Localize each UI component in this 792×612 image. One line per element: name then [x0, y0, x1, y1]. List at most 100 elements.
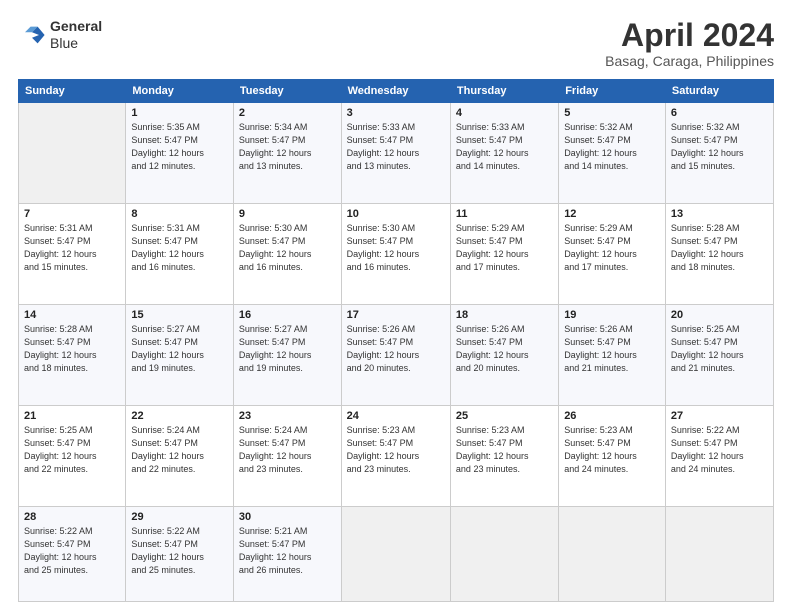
day-info: Sunrise: 5:31 AMSunset: 5:47 PMDaylight:… — [24, 222, 120, 274]
day-number: 3 — [347, 107, 445, 119]
calendar-cell: 30Sunrise: 5:21 AMSunset: 5:47 PMDayligh… — [233, 507, 341, 602]
calendar-cell: 7 Sunrise: 5:31 AMSunset: 5:47 PMDaylight… — [19, 204, 126, 305]
day-number: 29 — [131, 511, 228, 523]
day-info: Sunrise: 5:31 AMSunset: 5:47 PMDaylight:… — [131, 222, 228, 274]
day-info: Sunrise: 5:25 AMSunset: 5:47 PMDaylight:… — [671, 323, 768, 375]
day-number: 4 — [456, 107, 553, 119]
day-number: 13 — [671, 208, 768, 220]
title-area: April 2024 Basag, Caraga, Philippines — [605, 18, 774, 69]
weekday-header-tuesday: Tuesday — [233, 80, 341, 103]
page: General Blue April 2024 Basag, Caraga, P… — [0, 0, 792, 612]
weekday-header-friday: Friday — [559, 80, 666, 103]
calendar-cell: 16Sunrise: 5:27 AMSunset: 5:47 PMDayligh… — [233, 305, 341, 406]
day-info: Sunrise: 5:26 AMSunset: 5:47 PMDaylight:… — [347, 323, 445, 375]
day-number: 24 — [347, 410, 445, 422]
location: Basag, Caraga, Philippines — [605, 53, 774, 69]
calendar-cell — [341, 507, 450, 602]
calendar-cell — [19, 103, 126, 204]
day-info: Sunrise: 5:29 AMSunset: 5:47 PMDaylight:… — [564, 222, 660, 274]
weekday-header-wednesday: Wednesday — [341, 80, 450, 103]
day-info: Sunrise: 5:22 AMSunset: 5:47 PMDaylight:… — [131, 525, 228, 577]
calendar-cell: 15Sunrise: 5:27 AMSunset: 5:47 PMDayligh… — [126, 305, 234, 406]
day-number: 23 — [239, 410, 336, 422]
calendar-body: 1 Sunrise: 5:35 AMSunset: 5:47 PMDaylight… — [19, 103, 774, 602]
day-number: 9 — [239, 208, 336, 220]
calendar-cell: 2 Sunrise: 5:34 AMSunset: 5:47 PMDaylight… — [233, 103, 341, 204]
logo: General Blue — [18, 18, 102, 52]
day-info: Sunrise: 5:32 AMSunset: 5:47 PMDaylight:… — [671, 121, 768, 173]
week-row-1: 7 Sunrise: 5:31 AMSunset: 5:47 PMDaylight… — [19, 204, 774, 305]
day-number: 12 — [564, 208, 660, 220]
day-info: Sunrise: 5:22 AMSunset: 5:47 PMDaylight:… — [671, 424, 768, 476]
calendar-cell: 1 Sunrise: 5:35 AMSunset: 5:47 PMDaylight… — [126, 103, 234, 204]
day-number: 26 — [564, 410, 660, 422]
day-info: Sunrise: 5:24 AMSunset: 5:47 PMDaylight:… — [239, 424, 336, 476]
calendar-cell: 23 Sunrise: 5:24 AMSunset: 5:47 PMDayligh… — [233, 406, 341, 507]
calendar-cell: 14 Sunrise: 5:28 AMSunset: 5:47 PMDayligh… — [19, 305, 126, 406]
day-number: 7 — [24, 208, 120, 220]
calendar-cell — [450, 507, 558, 602]
calendar-table: SundayMondayTuesdayWednesdayThursdayFrid… — [18, 79, 774, 602]
calendar-cell: 8 Sunrise: 5:31 AMSunset: 5:47 PMDaylight… — [126, 204, 234, 305]
day-info: Sunrise: 5:33 AMSunset: 5:47 PMDaylight:… — [456, 121, 553, 173]
day-info: Sunrise: 5:34 AMSunset: 5:47 PMDaylight:… — [239, 121, 336, 173]
day-number: 20 — [671, 309, 768, 321]
day-info: Sunrise: 5:21 AMSunset: 5:47 PMDaylight:… — [239, 525, 336, 577]
calendar-cell: 29 Sunrise: 5:22 AMSunset: 5:47 PMDayligh… — [126, 507, 234, 602]
day-info: Sunrise: 5:27 AMSunset: 5:47 PMDaylight:… — [239, 323, 336, 375]
week-row-4: 28 Sunrise: 5:22 AMSunset: 5:47 PMDayligh… — [19, 507, 774, 602]
day-number: 28 — [24, 511, 120, 523]
day-number: 2 — [239, 107, 336, 119]
week-row-2: 14 Sunrise: 5:28 AMSunset: 5:47 PMDayligh… — [19, 305, 774, 406]
month-title: April 2024 — [605, 18, 774, 53]
calendar-header: SundayMondayTuesdayWednesdayThursdayFrid… — [19, 80, 774, 103]
calendar-cell: 25 Sunrise: 5:23 AMSunset: 5:47 PMDayligh… — [450, 406, 558, 507]
calendar-cell: 12 Sunrise: 5:29 AMSunset: 5:47 PMDayligh… — [559, 204, 666, 305]
calendar-cell: 22Sunrise: 5:24 AMSunset: 5:47 PMDayligh… — [126, 406, 234, 507]
day-info: Sunrise: 5:26 AMSunset: 5:47 PMDaylight:… — [456, 323, 553, 375]
calendar-cell: 24 Sunrise: 5:23 AMSunset: 5:47 PMDayligh… — [341, 406, 450, 507]
day-number: 18 — [456, 309, 553, 321]
day-number: 17 — [347, 309, 445, 321]
day-number: 19 — [564, 309, 660, 321]
logo-blue: Blue — [50, 35, 102, 52]
day-info: Sunrise: 5:25 AMSunset: 5:47 PMDaylight:… — [24, 424, 120, 476]
day-info: Sunrise: 5:28 AMSunset: 5:47 PMDaylight:… — [24, 323, 120, 375]
weekday-header-monday: Monday — [126, 80, 234, 103]
calendar-cell: 26 Sunrise: 5:23 AMSunset: 5:47 PMDayligh… — [559, 406, 666, 507]
calendar-cell: 18 Sunrise: 5:26 AMSunset: 5:47 PMDayligh… — [450, 305, 558, 406]
day-info: Sunrise: 5:23 AMSunset: 5:47 PMDaylight:… — [347, 424, 445, 476]
day-info: Sunrise: 5:32 AMSunset: 5:47 PMDaylight:… — [564, 121, 660, 173]
calendar-cell — [559, 507, 666, 602]
calendar-cell: 27 Sunrise: 5:22 AMSunset: 5:47 PMDayligh… — [665, 406, 773, 507]
day-number: 8 — [131, 208, 228, 220]
logo-text: General Blue — [50, 18, 102, 52]
day-info: Sunrise: 5:30 AMSunset: 5:47 PMDaylight:… — [347, 222, 445, 274]
day-info: Sunrise: 5:23 AMSunset: 5:47 PMDaylight:… — [564, 424, 660, 476]
day-number: 14 — [24, 309, 120, 321]
calendar-cell: 11Sunrise: 5:29 AMSunset: 5:47 PMDayligh… — [450, 204, 558, 305]
calendar-cell: 17 Sunrise: 5:26 AMSunset: 5:47 PMDayligh… — [341, 305, 450, 406]
calendar-cell: 10Sunrise: 5:30 AMSunset: 5:47 PMDayligh… — [341, 204, 450, 305]
calendar-cell: 19 Sunrise: 5:26 AMSunset: 5:47 PMDayligh… — [559, 305, 666, 406]
day-number: 25 — [456, 410, 553, 422]
calendar-cell — [665, 507, 773, 602]
calendar-cell: 3Sunrise: 5:33 AMSunset: 5:47 PMDaylight… — [341, 103, 450, 204]
day-number: 22 — [131, 410, 228, 422]
day-info: Sunrise: 5:35 AMSunset: 5:47 PMDaylight:… — [131, 121, 228, 173]
weekday-header-thursday: Thursday — [450, 80, 558, 103]
logo-icon — [18, 21, 46, 49]
calendar-cell: 13Sunrise: 5:28 AMSunset: 5:47 PMDayligh… — [665, 204, 773, 305]
day-info: Sunrise: 5:27 AMSunset: 5:47 PMDaylight:… — [131, 323, 228, 375]
weekday-row: SundayMondayTuesdayWednesdayThursdayFrid… — [19, 80, 774, 103]
day-info: Sunrise: 5:23 AMSunset: 5:47 PMDaylight:… — [456, 424, 553, 476]
day-number: 1 — [131, 107, 228, 119]
week-row-0: 1 Sunrise: 5:35 AMSunset: 5:47 PMDaylight… — [19, 103, 774, 204]
day-info: Sunrise: 5:30 AMSunset: 5:47 PMDaylight:… — [239, 222, 336, 274]
day-info: Sunrise: 5:26 AMSunset: 5:47 PMDaylight:… — [564, 323, 660, 375]
day-number: 27 — [671, 410, 768, 422]
calendar-cell: 21Sunrise: 5:25 AMSunset: 5:47 PMDayligh… — [19, 406, 126, 507]
day-info: Sunrise: 5:22 AMSunset: 5:47 PMDaylight:… — [24, 525, 120, 577]
calendar-cell: 9 Sunrise: 5:30 AMSunset: 5:47 PMDaylight… — [233, 204, 341, 305]
calendar-cell: 20 Sunrise: 5:25 AMSunset: 5:47 PMDayligh… — [665, 305, 773, 406]
